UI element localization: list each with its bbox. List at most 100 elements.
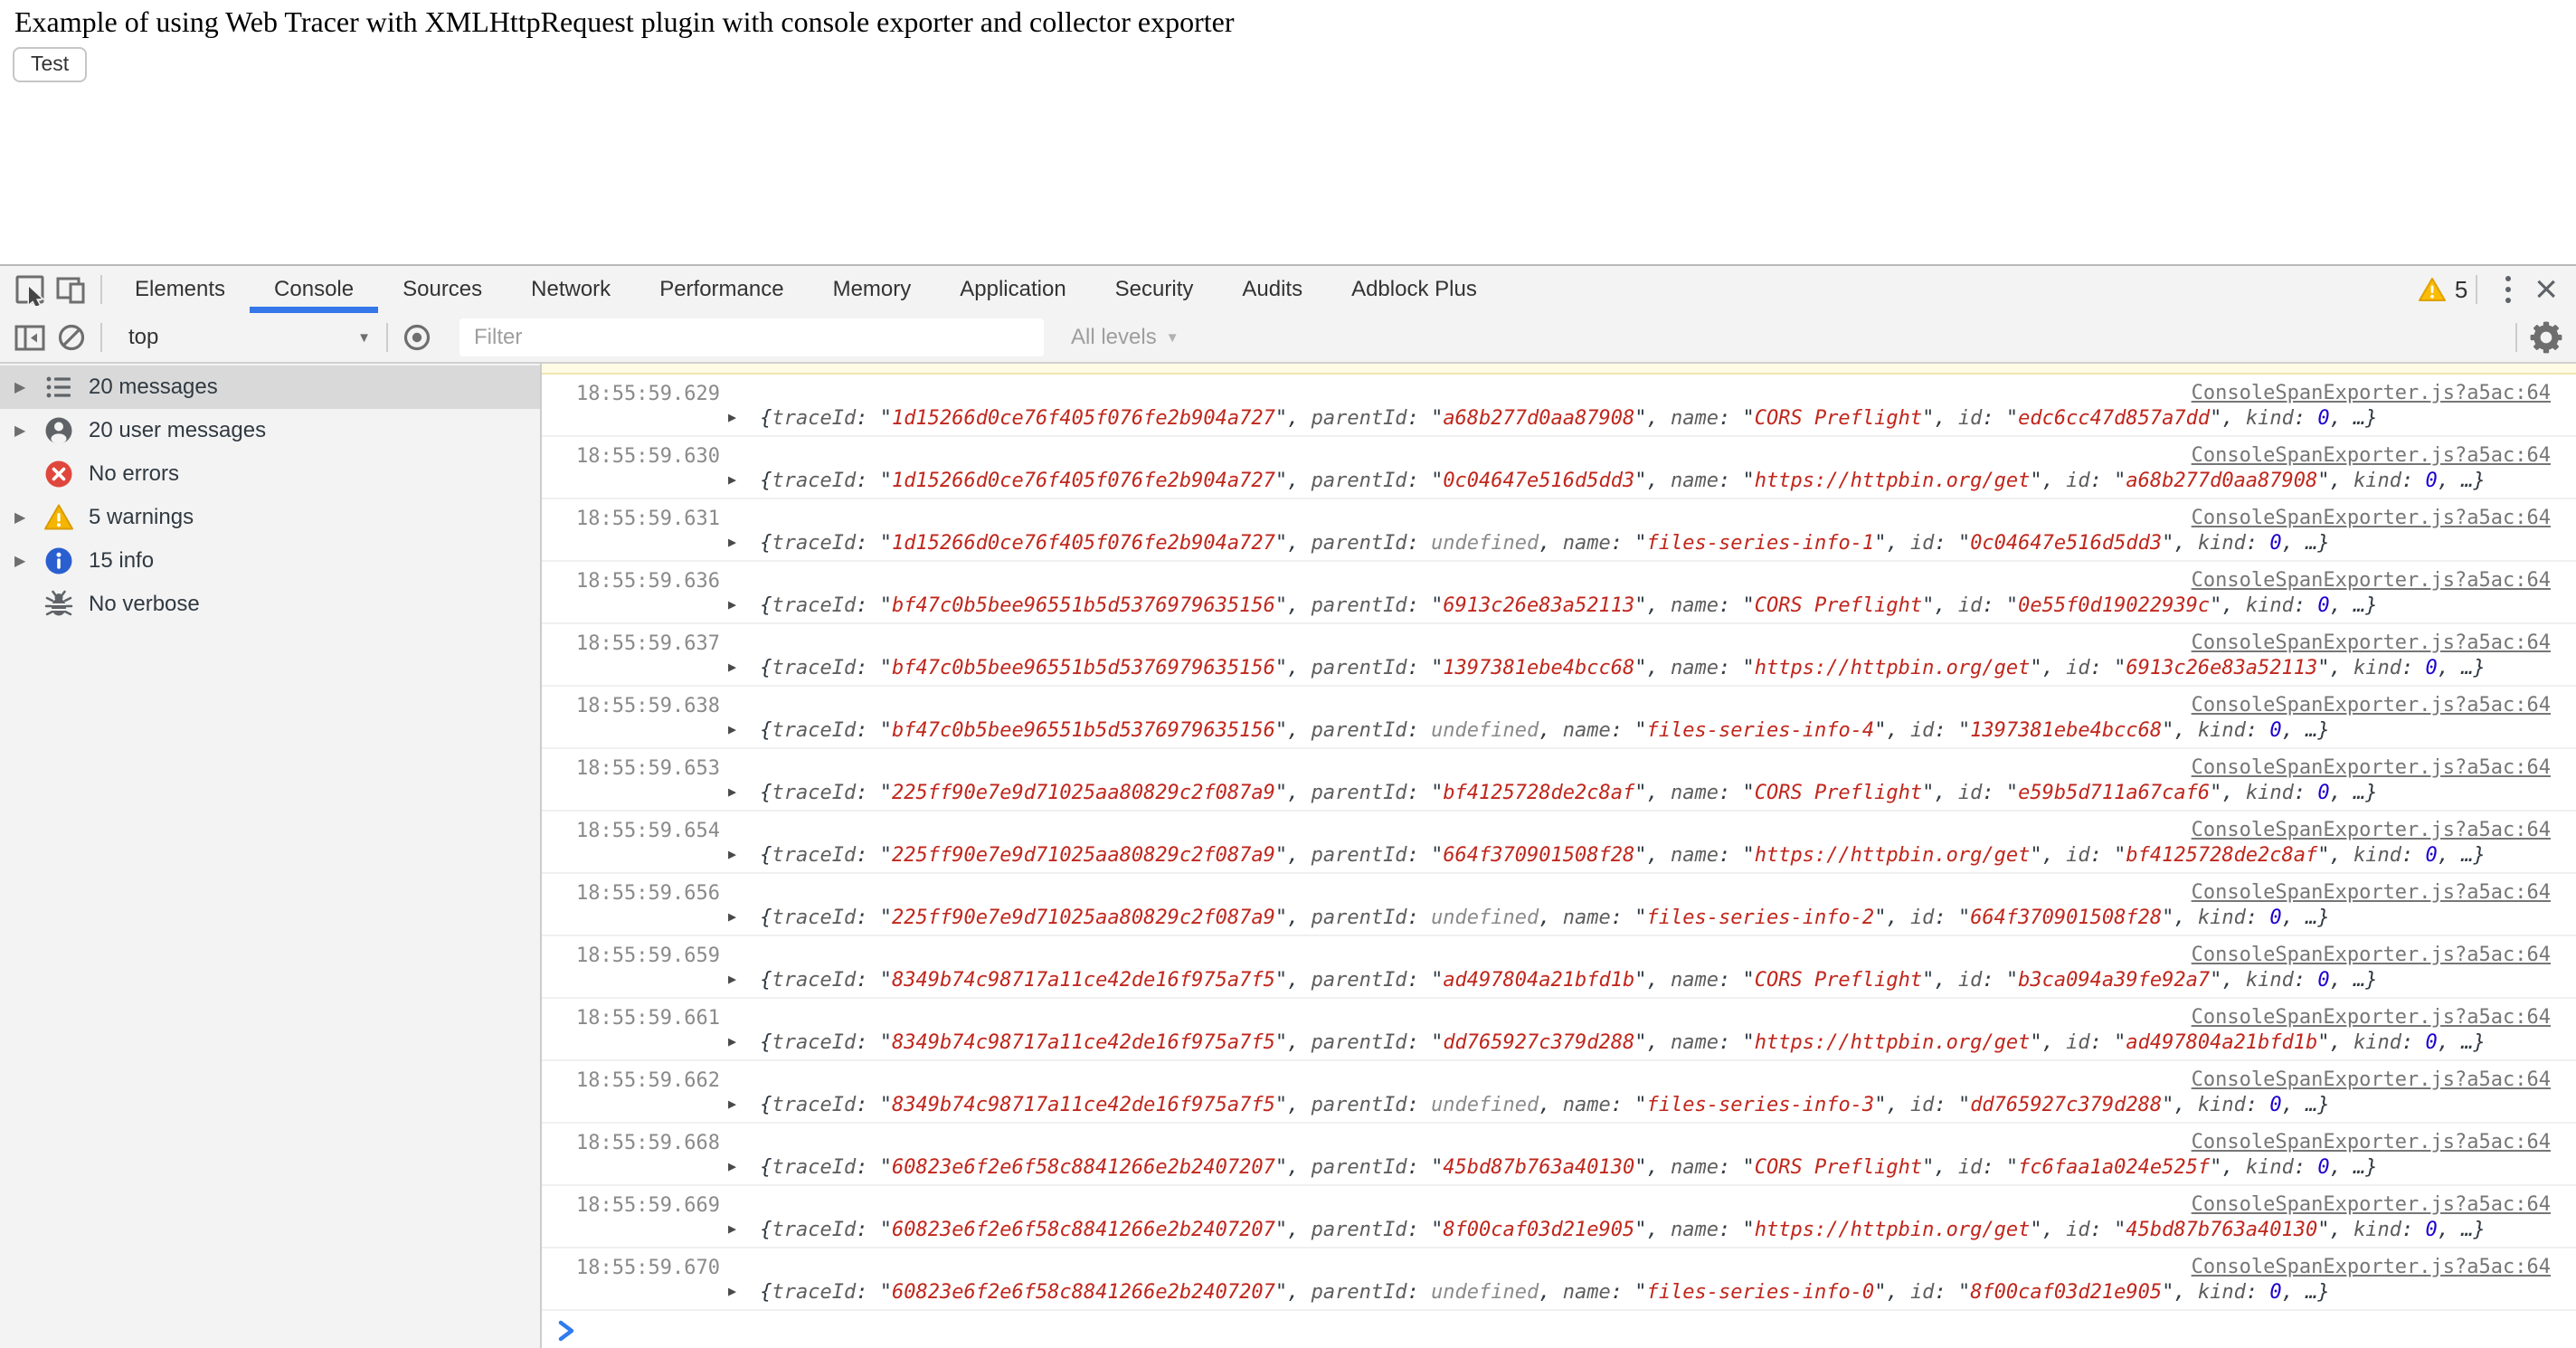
object-preview[interactable]: {traceId: "8349b74c98717a11ce42de16f975a… [760,1094,2329,1116]
sidebar-item-user-messages[interactable]: ▶ 20 user messages [0,409,540,452]
source-link[interactable]: ConsoleSpanExporter.js?a5ac:64 [2192,1006,2551,1029]
filter-input[interactable] [459,318,1044,356]
expand-triangle-icon[interactable]: ▶ [728,1096,736,1112]
sidebar-item-label: 20 user messages [89,418,266,443]
console-log-entry: 18:55:59.659 ConsoleSpanExporter.js?a5ac… [542,936,2576,999]
device-toolbar-icon[interactable] [51,269,92,310]
sidebar-item-label: 5 warnings [89,505,194,530]
inspect-element-icon[interactable] [9,269,51,310]
source-link[interactable]: ConsoleSpanExporter.js?a5ac:64 [2192,569,2551,592]
console-toolbar: top ▼ All levels ▼ [0,313,2576,364]
tab-elements[interactable]: Elements [110,266,250,313]
source-link[interactable]: ConsoleSpanExporter.js?a5ac:64 [2192,819,2551,841]
expand-triangle-icon[interactable]: ▶ [728,471,736,488]
expand-triangle-icon[interactable]: ▶ [728,971,736,987]
source-link[interactable]: ConsoleSpanExporter.js?a5ac:64 [2192,631,2551,654]
close-icon[interactable]: × [2531,270,2562,309]
source-link[interactable]: ConsoleSpanExporter.js?a5ac:64 [2192,1193,2551,1216]
source-link[interactable]: ConsoleSpanExporter.js?a5ac:64 [2192,1131,2551,1153]
warning-count: 5 [2455,276,2467,304]
object-preview[interactable]: {traceId: "60823e6f2e6f58c8841266e2b2407… [760,1281,2329,1304]
tab-adblock-plus[interactable]: Adblock Plus [1327,266,1501,313]
user-icon [43,415,74,446]
source-link[interactable]: ConsoleSpanExporter.js?a5ac:64 [2192,1068,2551,1091]
expand-triangle-icon[interactable]: ▶ [728,1158,736,1174]
expand-triangle-icon[interactable]: ▶ [728,1033,736,1049]
log-object-line: ▶ {traceId: "bf47c0b5bee96551b5d53769796… [728,594,2378,617]
tab-audits[interactable]: Audits [1217,266,1327,313]
object-preview[interactable]: {traceId: "225ff90e7e9d71025aa80829c2f08… [760,907,2329,929]
log-object-line: ▶ {traceId: "60823e6f2e6f58c8841266e2b24… [728,1219,2486,1241]
object-preview[interactable]: {traceId: "225ff90e7e9d71025aa80829c2f08… [760,844,2485,867]
expand-triangle-icon[interactable]: ▶ [728,908,736,925]
expand-triangle-icon[interactable]: ▶ [728,596,736,612]
log-levels-selector[interactable]: All levels ▼ [1071,325,1179,350]
warning-count-badge[interactable]: 5 [2419,276,2467,304]
object-preview[interactable]: {traceId: "1d15266d0ce76f405f076fe2b904a… [760,470,2485,492]
eye-icon[interactable] [396,317,438,358]
console-sidebar: ▶ 20 messages ▶ [0,364,542,1348]
sidebar-item-info[interactable]: ▶ 15 info [0,539,540,583]
expand-triangle-icon[interactable]: ▶ [728,659,736,675]
expand-triangle-icon[interactable]: ▶ [728,534,736,550]
tab-performance[interactable]: Performance [635,266,808,313]
tab-application[interactable]: Application [935,266,1090,313]
expand-triangle-icon[interactable]: ▶ [728,409,736,425]
sidebar-item-errors[interactable]: ▶ No errors [0,452,540,496]
log-object-line: ▶ {traceId: "bf47c0b5bee96551b5d53769796… [728,719,2330,742]
expand-triangle-icon[interactable]: ▶ [728,1220,736,1237]
expand-triangle-icon[interactable]: ▶ [728,846,736,862]
object-preview[interactable]: {traceId: "1d15266d0ce76f405f076fe2b904a… [760,532,2329,555]
expand-arrow-icon[interactable]: ▶ [14,378,42,396]
object-preview[interactable]: {traceId: "1d15266d0ce76f405f076fe2b904a… [760,407,2377,430]
tab-network[interactable]: Network [507,266,635,313]
source-link[interactable]: ConsoleSpanExporter.js?a5ac:64 [2192,756,2551,779]
expand-triangle-icon[interactable]: ▶ [728,1283,736,1299]
source-link[interactable]: ConsoleSpanExporter.js?a5ac:64 [2192,881,2551,904]
expand-triangle-icon[interactable]: ▶ [728,721,736,737]
expand-triangle-icon[interactable]: ▶ [728,783,736,800]
gear-icon[interactable] [2525,317,2567,358]
object-preview[interactable]: {traceId: "8349b74c98717a11ce42de16f975a… [760,1031,2485,1054]
source-link[interactable]: ConsoleSpanExporter.js?a5ac:64 [2192,694,2551,717]
source-link[interactable]: ConsoleSpanExporter.js?a5ac:64 [2192,944,2551,966]
source-link[interactable]: ConsoleSpanExporter.js?a5ac:64 [2192,1256,2551,1278]
context-selector[interactable]: top ▼ [110,325,378,350]
overflow-menu-button[interactable] [2486,276,2531,303]
console-prompt[interactable] [542,1311,2576,1348]
log-object-line: ▶ {traceId: "8349b74c98717a11ce42de16f97… [728,1031,2486,1054]
sidebar-item-warnings[interactable]: ▶ 5 warnings [0,496,540,539]
object-preview[interactable]: {traceId: "60823e6f2e6f58c8841266e2b2407… [760,1156,2377,1179]
object-preview[interactable]: {traceId: "bf47c0b5bee96551b5d5376979635… [760,719,2329,742]
console-log-entry: 18:55:59.656 ConsoleSpanExporter.js?a5ac… [542,874,2576,936]
tab-security[interactable]: Security [1091,266,1218,313]
clear-console-icon[interactable] [51,317,92,358]
object-preview[interactable]: {traceId: "8349b74c98717a11ce42de16f975a… [760,969,2377,992]
log-timestamp: 18:55:59.654 [576,820,720,842]
tab-sources[interactable]: Sources [378,266,507,313]
test-button[interactable]: Test [13,47,87,82]
source-link[interactable]: ConsoleSpanExporter.js?a5ac:64 [2192,507,2551,529]
expand-arrow-icon[interactable]: ▶ [14,552,42,570]
warning-row-partial [542,364,2576,375]
sidebar-item-verbose[interactable]: ▶ No verbose [0,583,540,626]
object-preview[interactable]: {traceId: "bf47c0b5bee96551b5d5376979635… [760,657,2485,679]
error-icon [43,459,74,489]
expand-arrow-icon[interactable]: ▶ [14,422,42,440]
divider [2515,323,2517,352]
source-link[interactable]: ConsoleSpanExporter.js?a5ac:64 [2192,444,2551,467]
sidebar-item-label: 15 info [89,548,154,574]
expand-arrow-icon[interactable]: ▶ [14,508,42,527]
devtools-panel: Elements Console Sources Network Perform… [0,264,2576,1348]
tab-console[interactable]: Console [250,266,378,313]
sidebar-item-messages[interactable]: ▶ 20 messages [0,365,540,409]
tab-memory[interactable]: Memory [809,266,936,313]
log-object-line: ▶ {traceId: "225ff90e7e9d71025aa80829c2f… [728,907,2330,929]
source-link[interactable]: ConsoleSpanExporter.js?a5ac:64 [2192,382,2551,404]
console-messages: 18:55:59.629 ConsoleSpanExporter.js?a5ac… [542,364,2576,1348]
console-body: ▶ 20 messages ▶ [0,364,2576,1348]
sidebar-toggle-icon[interactable] [9,317,51,358]
object-preview[interactable]: {traceId: "60823e6f2e6f58c8841266e2b2407… [760,1219,2485,1241]
object-preview[interactable]: {traceId: "bf47c0b5bee96551b5d5376979635… [760,594,2377,617]
object-preview[interactable]: {traceId: "225ff90e7e9d71025aa80829c2f08… [760,782,2377,804]
